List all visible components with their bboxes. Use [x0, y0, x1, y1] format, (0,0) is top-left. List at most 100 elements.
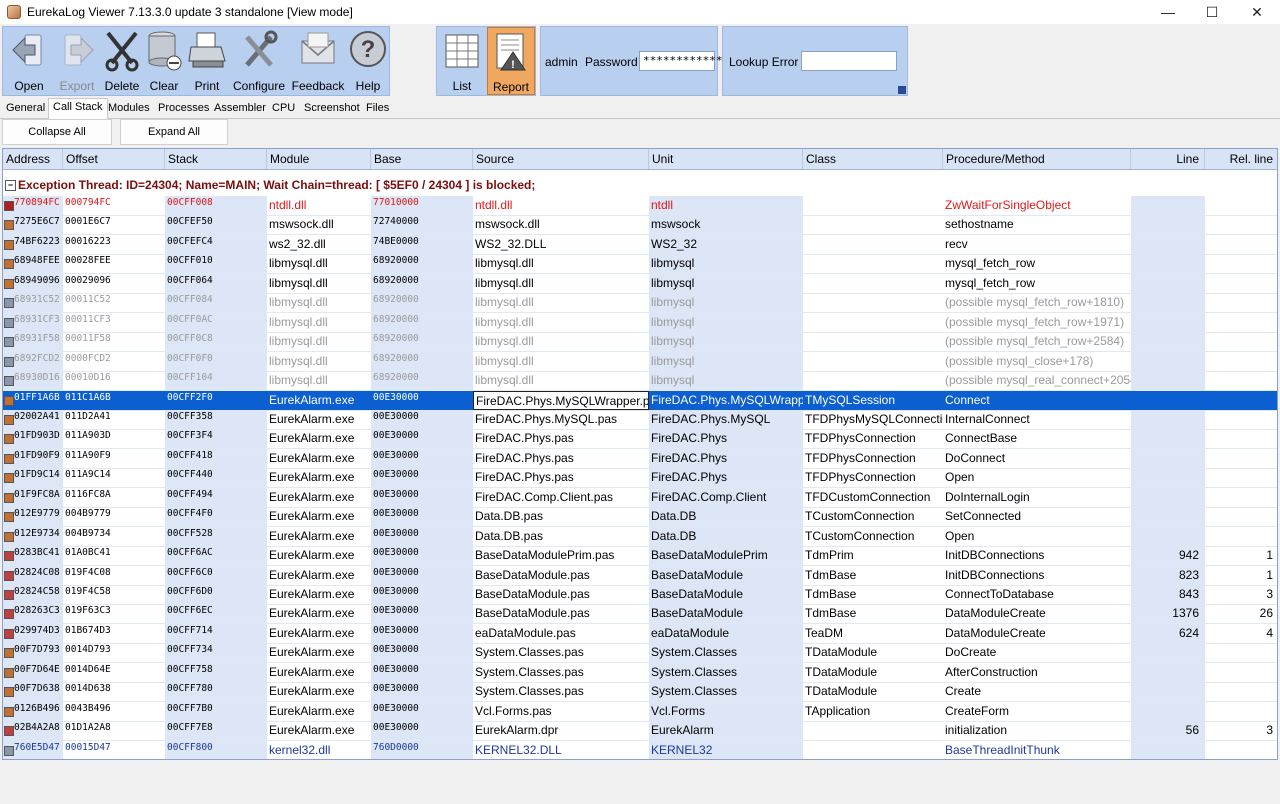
cell-stack: 00CFEF50	[165, 215, 267, 235]
cell-module: EurekAlarm.exe	[269, 450, 355, 465]
stack-row[interactable]: 028263C3 019F63C3 00CFF6EC EurekAlarm.exe 00…	[3, 604, 1277, 625]
printer-icon	[187, 29, 227, 73]
cell-source: FireDAC.Phys.MySQLWrapper.pas	[473, 390, 649, 410]
column-header-class[interactable]: Class	[803, 149, 943, 169]
stack-row[interactable]: 00F7D638 0014D638 00CFF780 EurekAlarm.exe 00…	[3, 682, 1277, 703]
stack-row[interactable]: 01F9FC8A 0116FC8A 00CFF494 EurekAlarm.exe 00…	[3, 487, 1277, 508]
tab-call-stack[interactable]: Call Stack	[48, 98, 108, 119]
column-header-source[interactable]: Source	[473, 149, 649, 169]
stack-row[interactable]: 02B4A2A8 01D1A2A8 00CFF7E8 EurekAlarm.exe 00…	[3, 721, 1277, 742]
feedback-label: Feedback	[291, 79, 345, 93]
cell-stack: 00CFF528	[165, 526, 267, 546]
stack-row[interactable]: 68931C52 00011C52 00CFF084 libmysql.dll 6892…	[3, 293, 1277, 314]
expand-all-button[interactable]: Expand All	[120, 119, 228, 145]
cell-stack: 00CFF4F0	[165, 507, 267, 527]
report-label: Report	[492, 80, 530, 94]
stack-row[interactable]: 770894FC 000794FC 00CFF008 ntdll.dll 7701000…	[3, 196, 1277, 216]
configure-button[interactable]: Configure	[229, 27, 289, 95]
export-arrow-icon	[57, 29, 97, 73]
stack-row[interactable]: 02824C58 019F4C58 00CFF6D0 EurekAlarm.exe 00…	[3, 585, 1277, 605]
cell-line: 843	[1131, 585, 1205, 604]
cell-line: 624	[1131, 623, 1205, 643]
stack-row[interactable]: 00F7D64E 0014D64E 00CFF758 EurekAlarm.exe 00…	[3, 662, 1277, 683]
tab-files[interactable]: Files	[362, 100, 393, 117]
cell-line	[1131, 468, 1205, 488]
clear-button[interactable]: Clear	[143, 27, 185, 95]
report-view-button[interactable]: ! Report	[487, 27, 535, 95]
panel-expand-icon[interactable]	[898, 86, 906, 94]
stack-row[interactable]: 68930D16 00010D16 00CFF104 libmysql.dll 6892…	[3, 371, 1277, 392]
stack-row[interactable]: 01FF1A6B 011C1A6B 00CFF2F0 EurekAlarm.exe 00…	[3, 390, 1277, 411]
cell-base: 68920000	[371, 371, 473, 391]
cell-cls: TApplication	[805, 703, 871, 718]
stack-row[interactable]: 012E9734 004B9734 00CFF528 EurekAlarm.exe 00…	[3, 526, 1277, 547]
stack-row[interactable]: 02824C08 019F4C08 00CFF6C0 EurekAlarm.exe 00…	[3, 565, 1277, 586]
tab-assembler[interactable]: Assembler	[210, 100, 270, 117]
cell-unit: libmysql	[649, 371, 803, 391]
column-header-rel-line[interactable]: Rel. line	[1205, 149, 1277, 169]
cell-source: BaseDataModule.pas	[475, 587, 590, 601]
column-header-procedure-method[interactable]: Procedure/Method	[943, 149, 1131, 169]
tab-cpu[interactable]: CPU	[268, 100, 299, 117]
print-button[interactable]: Print	[185, 27, 229, 95]
stack-row[interactable]: 00F7D793 0014D793 00CFF734 EurekAlarm.exe 00…	[3, 643, 1277, 664]
cell-unit: libmysql	[649, 351, 803, 371]
stack-row[interactable]: 012E9779 004B9779 00CFF4F0 EurekAlarm.exe 00…	[3, 507, 1277, 528]
maximize-button[interactable]: ☐	[1189, 0, 1235, 24]
close-button[interactable]: ✕	[1234, 0, 1280, 24]
tab-processes[interactable]: Processes	[154, 100, 213, 117]
feedback-button[interactable]: Feedback	[289, 27, 347, 95]
cell-source: BaseDataModulePrim.pas	[475, 548, 615, 563]
stack-row[interactable]: 029974D3 01B674D3 00CFF714 EurekAlarm.exe 00…	[3, 623, 1277, 644]
stack-row[interactable]: 02002A41 011D2A41 00CFF358 EurekAlarm.exe 00…	[3, 409, 1277, 430]
collapse-toggle-icon[interactable]: −	[5, 180, 16, 192]
delete-button[interactable]: Delete	[101, 27, 143, 95]
column-header-unit[interactable]: Unit	[649, 149, 803, 169]
frame-type-icon	[4, 434, 14, 445]
password-field[interactable]: **************	[639, 51, 736, 71]
column-header-base[interactable]: Base	[371, 149, 473, 169]
cell-source: Vcl.Forms.pas	[475, 703, 552, 718]
column-header-line[interactable]: Line	[1131, 149, 1205, 169]
stack-row[interactable]: 68949096 00029096 00CFF064 libmysql.dll 6892…	[3, 273, 1277, 294]
lookup-error-field[interactable]	[801, 51, 897, 71]
stack-row[interactable]: 01FD903D 011A903D 00CFF3F4 EurekAlarm.exe 00…	[3, 429, 1277, 450]
list-view-button[interactable]: List	[439, 27, 485, 95]
minimize-button[interactable]: —	[1145, 0, 1191, 24]
cell-line	[1131, 215, 1205, 235]
stack-row[interactable]: 68931F58 00011F58 00CFF0C8 libmysql.dll 6892…	[3, 332, 1277, 353]
stack-row[interactable]: 74BF6223 00016223 00CFEFC4 ws2_32.dll 74BE00…	[3, 234, 1277, 255]
cell-stack: 00CFF0F0	[165, 351, 267, 371]
column-header-offset[interactable]: Offset	[63, 149, 165, 169]
cell-off: 00029096	[65, 274, 111, 286]
cell-cls: TdmBase	[805, 567, 857, 582]
stack-row[interactable]: 0283BC41 01A0BC41 00CFF6AC EurekAlarm.exe 00…	[3, 546, 1277, 567]
cell-proc: DoConnect	[945, 450, 1006, 465]
stack-row[interactable]: 0126B496 0043B496 00CFF7B0 EurekAlarm.exe 00…	[3, 701, 1277, 722]
stack-row[interactable]: 760E5D47 00015D47 00CFF800 kernel32.dll 760D…	[3, 740, 1277, 759]
cell-unit: FireDAC.Phys	[649, 468, 803, 488]
column-header-address[interactable]: Address	[3, 149, 63, 169]
stack-row[interactable]: 7275E6C7 0001E6C7 00CFEF50 mswsock.dll 72740…	[3, 215, 1277, 236]
collapse-all-button[interactable]: Collapse All	[2, 119, 112, 145]
cell-cls: TFDPhysConnection	[805, 470, 916, 485]
cell-off: 019F4C58	[65, 586, 111, 597]
stack-row[interactable]: 68931CF3 00011CF3 00CFF0AC libmysql.dll 6892…	[3, 312, 1277, 333]
stack-row[interactable]: 01FD90F9 011A90F9 00CFF418 EurekAlarm.exe 00…	[3, 448, 1277, 469]
stack-row[interactable]: 01FD9C14 011A9C14 00CFF440 EurekAlarm.exe 00…	[3, 468, 1277, 489]
tab-screenshot[interactable]: Screenshot	[300, 100, 364, 117]
tab-general[interactable]: General	[2, 100, 49, 117]
user-label: admin	[545, 55, 578, 69]
cell-off: 0043B496	[65, 702, 111, 714]
exception-thread-group[interactable]: − Exception Thread: ID=24304; Name=MAIN; …	[3, 175, 1277, 195]
cell-module: EurekAlarm.exe	[269, 664, 355, 679]
export-button[interactable]: Export	[53, 27, 101, 95]
open-button[interactable]: Open	[5, 27, 53, 95]
stack-row[interactable]: 68948FEE 00028FEE 00CFF010 libmysql.dll 6892…	[3, 254, 1277, 275]
stack-row[interactable]: 6892FCD2 0000FCD2 00CFF0F0 libmysql.dll 6892…	[3, 351, 1277, 372]
help-button[interactable]: ? Help	[347, 27, 389, 95]
call-stack-grid[interactable]: Address Offset Stack Module Base Source Unit Cl…	[2, 148, 1278, 760]
column-header-stack[interactable]: Stack	[165, 149, 267, 169]
column-header-module[interactable]: Module	[267, 149, 371, 169]
tab-modules[interactable]: Modules	[104, 100, 154, 117]
